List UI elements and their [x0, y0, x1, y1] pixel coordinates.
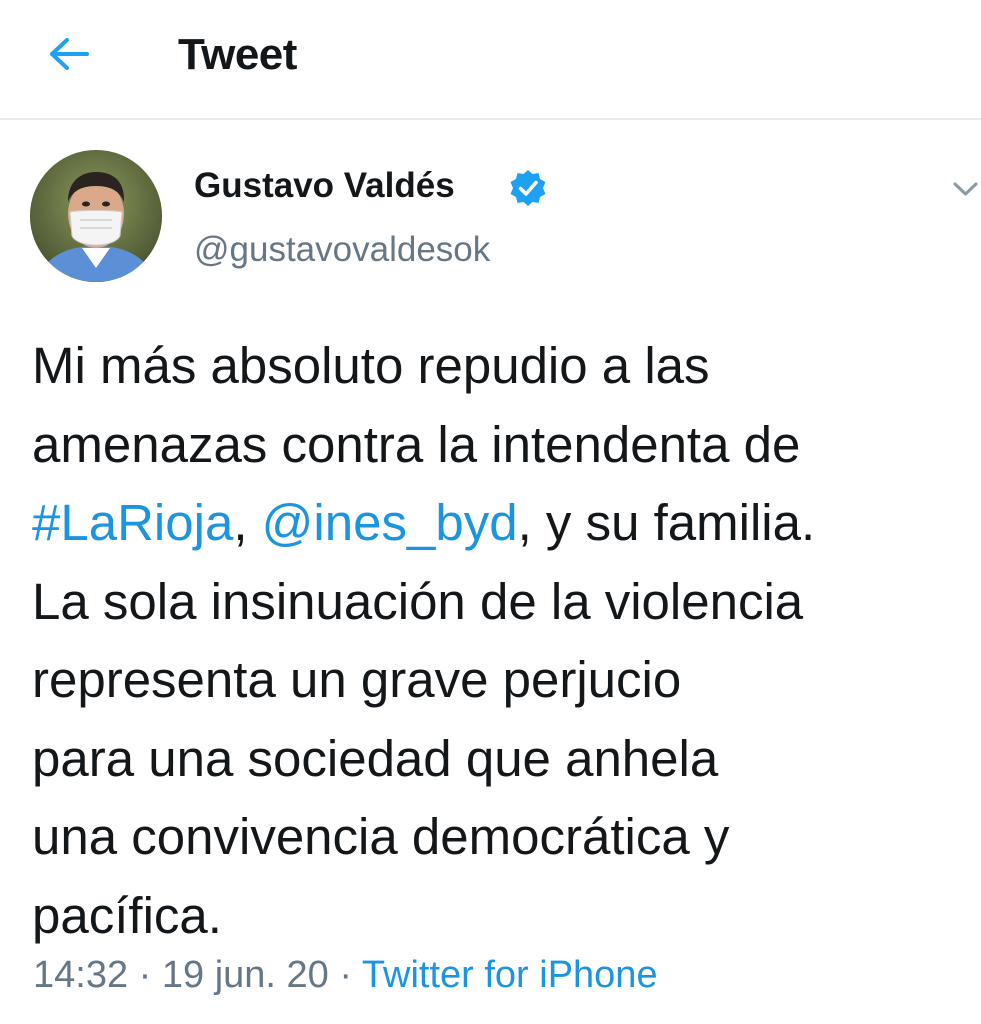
top-navigation-bar: Tweet — [0, 0, 981, 120]
tweet-line: una convivencia democrática y — [32, 808, 730, 865]
tweet-line: La sola insinuación de la violencia — [32, 572, 804, 630]
author-display-name[interactable]: Gustavo Valdés — [194, 166, 455, 206]
back-button[interactable] — [40, 28, 98, 80]
tweet-text-fragment: , y su familia. — [517, 494, 816, 551]
author-handle[interactable]: @gustavovaldesok — [194, 230, 490, 270]
verified-badge-icon — [510, 170, 546, 206]
tweet-line: amenazas contra la intendenta de — [32, 415, 801, 473]
tweet-line: #LaRioja, @ines_byd, y su familia. — [32, 484, 977, 563]
avatar-image — [30, 150, 162, 282]
tweet-line: para una sociedad que anhela — [32, 729, 719, 787]
tweet-metadata: 14:32 · 19 jun. 20 · Twitter for iPhone — [33, 954, 658, 997]
tweet-line: Mi más absoluto repudio a las — [32, 337, 710, 394]
mention-link[interactable]: @ines_byd — [262, 494, 518, 551]
hashtag-link[interactable]: #LaRioja — [32, 494, 233, 551]
tweet-separator: , — [233, 494, 262, 551]
tweet-date: 19 jun. 20 — [161, 954, 329, 996]
tweet-source-link[interactable]: Twitter for iPhone — [362, 954, 658, 996]
tweet-text: Mi más absoluto repudio a las amenazas c… — [32, 327, 977, 955]
avatar[interactable] — [30, 150, 162, 282]
meta-separator: · — [328, 954, 362, 996]
tweet-line: pacífica. — [32, 886, 222, 944]
page-title: Tweet — [178, 30, 297, 79]
tweet-line: representa un grave perjucio — [32, 651, 682, 708]
arrow-left-icon — [50, 38, 89, 70]
meta-separator: · — [128, 954, 162, 996]
chevron-down-icon[interactable] — [950, 176, 981, 202]
tweet-time: 14:32 — [33, 954, 129, 996]
